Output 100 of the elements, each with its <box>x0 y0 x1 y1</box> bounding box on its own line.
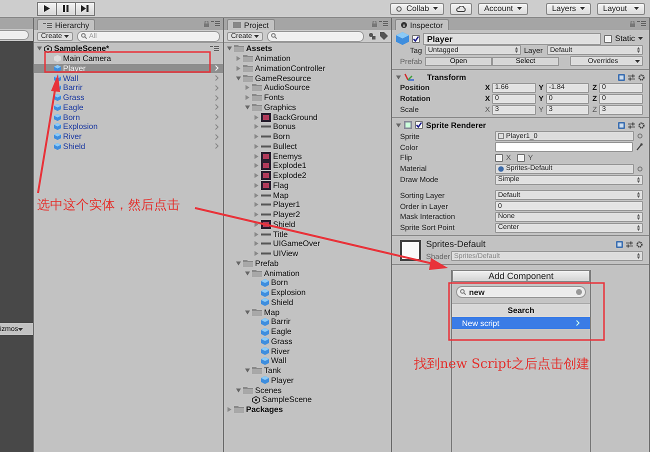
expand-arrow-icon[interactable] <box>245 310 250 315</box>
add-component-button[interactable]: Add Component <box>452 270 590 282</box>
target-icon[interactable] <box>637 133 643 140</box>
project-item[interactable]: River <box>224 346 391 356</box>
settings-icon[interactable] <box>638 122 645 129</box>
project-item[interactable]: Player1 <box>224 200 391 210</box>
project-item[interactable]: Bonus <box>224 122 391 132</box>
enable-checkbox[interactable] <box>415 121 423 130</box>
expand-arrow-icon[interactable] <box>245 104 250 110</box>
panel-menu-icon[interactable] <box>210 46 219 52</box>
eyedropper-icon[interactable] <box>636 143 643 152</box>
expand-arrow-icon[interactable] <box>254 192 259 198</box>
hierarchy-item[interactable]: Eagle <box>34 102 223 112</box>
project-item[interactable]: Prefab <box>224 258 391 268</box>
project-item[interactable]: Born <box>224 278 391 288</box>
hierarchy-item[interactable]: Born <box>34 112 223 122</box>
help-book-icon[interactable] <box>616 240 623 248</box>
project-item[interactable]: Animation <box>224 54 391 64</box>
project-item[interactable]: Explode2 <box>224 170 391 180</box>
expand-arrow-icon[interactable] <box>236 66 241 71</box>
project-item[interactable]: Born <box>224 132 391 142</box>
project-item[interactable]: Grass <box>224 336 391 346</box>
project-item[interactable]: Scenes <box>224 385 391 395</box>
search-field[interactable]: new <box>456 286 586 298</box>
project-item[interactable]: UIGameOver <box>224 239 391 249</box>
expand-arrow-icon[interactable] <box>245 85 250 90</box>
expand-arrow-icon[interactable] <box>254 182 259 188</box>
hierarchy-item[interactable]: Main Camera <box>34 54 223 64</box>
project-item[interactable]: Tank <box>224 366 391 376</box>
hierarchy-tab[interactable]: Hierarchy <box>37 19 96 30</box>
account-button[interactable]: Account <box>478 2 528 14</box>
tag-icon[interactable] <box>380 32 388 40</box>
project-tab[interactable]: Project <box>227 19 275 30</box>
active-checkbox[interactable] <box>412 34 420 42</box>
project-item[interactable]: Explode1 <box>224 161 391 171</box>
search-field[interactable] <box>267 30 364 42</box>
expand-arrow-icon[interactable] <box>245 368 250 374</box>
filter-by-type-icon[interactable] <box>368 32 376 40</box>
hierarchy-item[interactable]: Shield <box>34 142 223 152</box>
clear-icon[interactable] <box>576 289 582 296</box>
project-item[interactable]: Eagle <box>224 326 391 336</box>
project-item[interactable]: Enemys <box>224 151 391 161</box>
expand-arrow-icon[interactable] <box>254 173 259 178</box>
sliders-icon[interactable] <box>626 240 633 248</box>
panel-menu-icon[interactable] <box>211 21 220 26</box>
expand-arrow-icon[interactable] <box>254 212 259 218</box>
project-item[interactable]: Title <box>224 229 391 239</box>
project-item[interactable]: SampleScene <box>224 395 391 405</box>
component-title[interactable]: Sprite Renderer <box>426 120 486 130</box>
expand-arrow-icon[interactable] <box>254 222 259 227</box>
project-item[interactable]: Fonts <box>224 92 391 102</box>
cloud-button[interactable] <box>450 2 472 14</box>
project-item[interactable]: AudioSource <box>224 83 391 93</box>
expand-arrow-icon[interactable] <box>236 260 241 266</box>
project-item[interactable]: Player <box>224 376 391 386</box>
play-button[interactable] <box>37 2 57 16</box>
name-field[interactable]: Player <box>423 32 601 44</box>
search-result[interactable]: New script <box>452 317 590 330</box>
expand-arrow-icon[interactable] <box>236 56 241 62</box>
expand-arrow-icon[interactable] <box>254 134 259 140</box>
project-item[interactable]: Packages <box>224 404 391 414</box>
target-icon[interactable] <box>637 166 643 172</box>
hierarchy-item[interactable]: River <box>34 132 223 142</box>
expand-arrow-icon[interactable] <box>254 241 259 246</box>
project-item[interactable]: GameResource <box>224 73 391 83</box>
expand-arrow-icon[interactable] <box>236 388 241 393</box>
expand-arrow-icon[interactable] <box>254 124 259 130</box>
expand-arrow-icon[interactable] <box>254 144 259 149</box>
project-item[interactable]: Map <box>224 307 391 317</box>
static-checkbox[interactable] <box>604 34 612 42</box>
settings-icon[interactable] <box>638 74 645 81</box>
expand-arrow-icon[interactable] <box>254 251 259 256</box>
project-item[interactable]: BackGround <box>224 112 391 122</box>
expand-arrow-icon[interactable] <box>396 122 401 128</box>
scene-row[interactable]: SampleScene* <box>34 44 223 54</box>
color-field[interactable] <box>495 142 633 152</box>
project-item[interactable]: Barrir <box>224 317 391 327</box>
pause-button[interactable] <box>56 2 76 16</box>
expand-arrow-icon[interactable] <box>236 76 241 81</box>
project-item[interactable]: Explosion <box>224 288 391 298</box>
checkbox[interactable] <box>495 154 503 162</box>
panel-menu-icon[interactable] <box>637 21 646 26</box>
project-item[interactable]: Assets <box>224 44 391 54</box>
help-book-icon[interactable] <box>618 74 625 81</box>
expand-arrow-icon[interactable] <box>254 154 259 159</box>
layers-button[interactable]: Layers <box>546 2 591 14</box>
expand-arrow-icon[interactable] <box>254 202 259 208</box>
expand-arrow-icon[interactable] <box>37 46 42 52</box>
expand-arrow-icon[interactable] <box>227 407 232 412</box>
project-item[interactable]: UIView <box>224 248 391 258</box>
hierarchy-item[interactable]: Explosion <box>34 122 223 132</box>
expand-arrow-icon[interactable] <box>254 114 259 120</box>
expand-arrow-icon[interactable] <box>245 270 250 276</box>
panel-menu-icon[interactable] <box>43 22 52 28</box>
project-item[interactable]: Animation <box>224 268 391 278</box>
layout-button[interactable]: Layout <box>597 2 645 14</box>
expand-arrow-icon[interactable] <box>254 232 259 237</box>
project-item[interactable]: Shield <box>224 298 391 308</box>
expand-arrow-icon[interactable] <box>396 74 401 80</box>
project-item[interactable]: Map <box>224 190 391 200</box>
